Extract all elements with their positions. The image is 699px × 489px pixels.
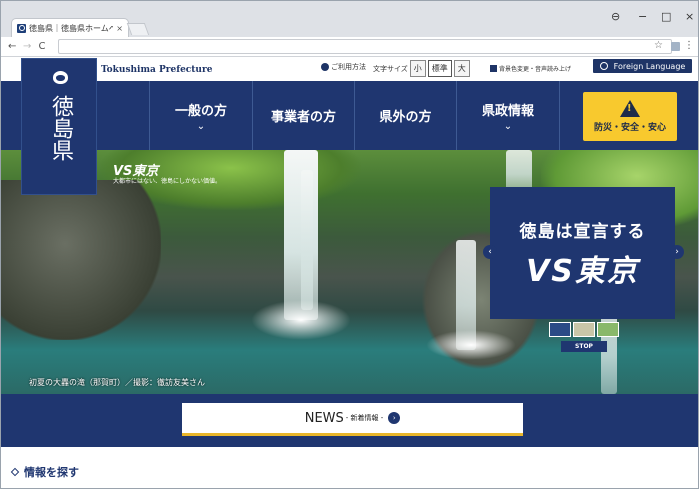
warning-icon — [620, 100, 640, 117]
slide-thumbnail[interactable] — [597, 322, 619, 337]
site-logo[interactable]: 徳島県 — [21, 58, 97, 195]
slide-stop-button[interactable]: STOP — [561, 341, 607, 352]
slide-prev-button[interactable]: ‹ — [483, 245, 497, 259]
font-size-label: 文字サイズ — [373, 64, 408, 73]
address-bar[interactable] — [58, 39, 672, 54]
new-tab-button[interactable] — [126, 23, 150, 35]
nav-business-label: 事業者の方 — [270, 110, 336, 125]
nav-prefectural-info[interactable]: 県政情報 ⌄ — [456, 81, 560, 150]
slide-thumbnail[interactable] — [549, 322, 571, 337]
reload-button[interactable]: C — [38, 41, 46, 52]
photo-caption: 初夏の大轟の滝（那賀町）／撮影：徹訪友美さん — [29, 378, 205, 387]
slide-next-button[interactable]: › — [670, 245, 684, 259]
close-window-button[interactable]: × — [685, 10, 694, 23]
nav-business[interactable]: 事業者の方 — [252, 81, 354, 150]
slide-heading: 徳島は宣言する — [519, 221, 646, 242]
chevron-down-icon: ⌄ — [503, 120, 513, 132]
foreign-language-button[interactable]: Foreign Language — [593, 59, 692, 73]
tab-title: 徳島県｜徳島県ホームペー — [29, 23, 113, 33]
browser-window: 徳島県｜徳島県ホームペー × ⊖ − □ × ← → C ☆ ⋮ Tokushi… — [0, 0, 699, 489]
color-change-icon — [490, 65, 497, 72]
news-underline — [182, 433, 523, 436]
campaign-subtitle: 大都市にはない、徳島にしかない価値。 — [113, 178, 222, 185]
find-info-heading: 情報を探す — [10, 464, 79, 480]
arrow-right-icon: › — [388, 412, 401, 424]
nav-outside-label: 県外の方 — [379, 110, 432, 125]
nav-outside-prefecture[interactable]: 県外の方 — [354, 81, 456, 150]
find-section — [1, 447, 698, 488]
bookmark-star-icon[interactable]: ☆ — [654, 40, 663, 51]
nav-prefectural-label: 県政情報 — [481, 103, 534, 119]
find-label: 情報を探す — [24, 466, 79, 479]
font-size-standard-button[interactable]: 標準 — [427, 60, 452, 77]
minimize-button[interactable]: − — [638, 10, 647, 23]
news-button[interactable]: NEWS - 新着情報 - › — [182, 403, 523, 433]
font-size-controls: 文字サイズ 小 標準 大 — [373, 60, 470, 77]
disaster-label: 防災・安全・安心 — [593, 123, 666, 133]
info-icon — [321, 63, 329, 71]
prefecture-emblem-icon — [50, 68, 70, 86]
site-name-en[interactable]: Tokushima Prefecture — [101, 65, 212, 75]
font-size-small-button[interactable]: 小 — [409, 60, 426, 77]
news-sublabel: - 新着情報 - — [345, 414, 384, 422]
forward-button[interactable]: → — [23, 41, 31, 52]
account-icon[interactable]: ⊖ — [611, 10, 620, 23]
browser-tab[interactable]: 徳島県｜徳島県ホームペー × — [11, 18, 129, 37]
tab-strip: 徳島県｜徳島県ホームペー × ⊖ − □ × — [1, 1, 698, 37]
nav-general[interactable]: 一般の方 ⌄ — [149, 81, 252, 150]
back-button[interactable]: ← — [8, 41, 16, 52]
slide-banner[interactable]: 徳島は宣言する VS東京 — [490, 187, 675, 319]
foreign-language-label: Foreign Language — [613, 61, 686, 71]
font-size-large-button[interactable]: 大 — [453, 60, 470, 77]
browser-toolbar: ← → C ☆ ⋮ — [1, 37, 698, 57]
browser-menu-icon[interactable]: ⋮ — [684, 40, 694, 51]
extension-icon[interactable] — [671, 42, 680, 51]
color-change-label: 背景色変更・音声読み上げ — [499, 66, 572, 73]
diamond-icon — [10, 467, 20, 477]
maximize-button[interactable]: □ — [661, 10, 671, 23]
usage-link[interactable]: ご利用方法 — [321, 62, 366, 72]
news-label: NEWS — [304, 410, 344, 426]
site-utility-bar: Tokushima Prefecture ご利用方法 文字サイズ 小 標準 大 … — [1, 58, 698, 81]
color-change-link[interactable]: 背景色変更・音声読み上げ — [490, 64, 571, 73]
tab-close-icon[interactable]: × — [116, 24, 123, 33]
disaster-safety-button[interactable]: 防災・安全・安心 — [583, 92, 677, 141]
usage-label: ご利用方法 — [331, 63, 366, 71]
favicon-icon — [17, 23, 26, 33]
slide-thumbnail[interactable] — [573, 322, 595, 337]
chevron-down-icon: ⌄ — [196, 120, 206, 132]
slide-campaign: VS東京 — [526, 253, 639, 289]
nav-general-label: 一般の方 — [174, 103, 227, 119]
logo-text: 徳島県 — [48, 95, 73, 161]
globe-icon — [599, 62, 608, 70]
